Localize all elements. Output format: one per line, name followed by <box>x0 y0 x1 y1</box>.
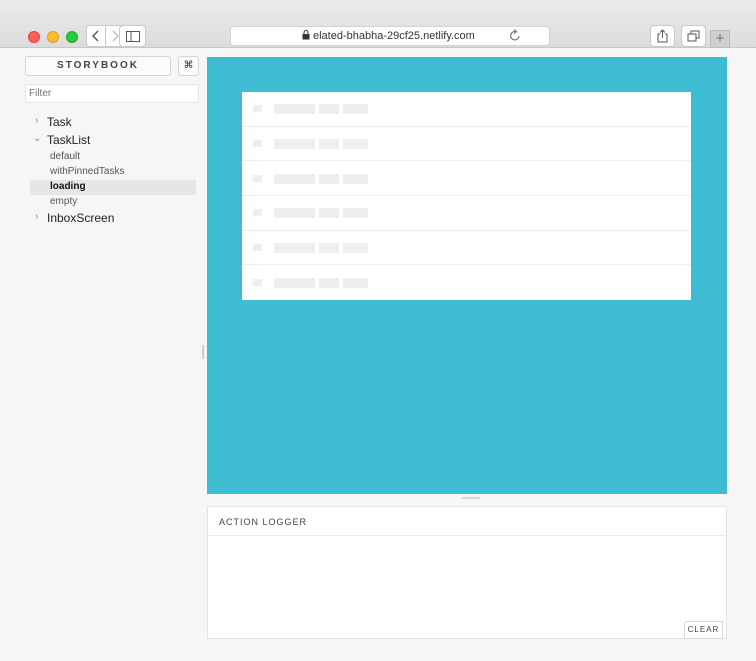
title-placeholder <box>343 277 368 288</box>
checkbox-placeholder <box>253 174 262 182</box>
chevron-right-icon <box>112 30 119 42</box>
addons-panel: ACTION LOGGER <box>207 506 727 639</box>
shortcuts-button[interactable]: ⌘ <box>178 56 199 76</box>
title-placeholder <box>274 104 315 115</box>
loading-task-row <box>242 265 691 300</box>
storybook-brand-link[interactable]: STORYBOOK <box>25 56 171 76</box>
close-window-button[interactable] <box>28 31 40 43</box>
reload-icon[interactable] <box>509 29 521 45</box>
filter-input[interactable] <box>25 84 199 103</box>
panel-title: ACTION LOGGER <box>219 517 308 527</box>
title-placeholder <box>319 173 339 184</box>
story-with-pinned-tasks[interactable]: withPinnedTasks <box>50 166 124 177</box>
title-placeholder <box>274 138 315 149</box>
loading-task-row <box>242 161 691 196</box>
sidebar-toggle-button[interactable] <box>119 25 146 47</box>
minimize-window-button[interactable] <box>47 31 59 43</box>
loading-task-row <box>242 92 691 127</box>
title-placeholder <box>343 138 368 149</box>
title-placeholder <box>319 242 339 253</box>
chevron-right-icon: › <box>35 211 39 222</box>
title-placeholder <box>274 242 315 253</box>
title-placeholder <box>343 208 368 219</box>
checkbox-placeholder <box>253 278 262 286</box>
title-placeholder <box>274 208 315 219</box>
tree-item-task[interactable]: Task <box>47 115 72 129</box>
browser-toolbar: elated-bhabha-29cf25.netlify.com + <box>0 0 756 48</box>
title-placeholder <box>274 277 315 288</box>
title-placeholder <box>343 173 368 184</box>
sidebar-icon <box>125 30 140 42</box>
clear-button[interactable]: CLEAR <box>684 621 723 639</box>
loading-task-row <box>242 127 691 162</box>
tasklist-loading <box>242 92 691 300</box>
back-button[interactable] <box>86 25 106 47</box>
tree-item-tasklist[interactable]: TaskList <box>47 133 90 147</box>
checkbox-placeholder <box>253 209 262 217</box>
story-default[interactable]: default <box>50 151 80 162</box>
address-bar[interactable]: elated-bhabha-29cf25.netlify.com <box>230 26 550 46</box>
title-placeholder <box>319 277 339 288</box>
panel-resize-handle[interactable] <box>462 497 480 499</box>
show-tabs-button[interactable] <box>681 25 706 47</box>
new-tab-button[interactable]: + <box>710 30 730 48</box>
title-placeholder <box>319 138 339 149</box>
chevron-left-icon <box>92 30 99 42</box>
preview-canvas <box>207 57 727 494</box>
checkbox-placeholder <box>253 105 262 113</box>
title-placeholder <box>343 242 368 253</box>
url-text: elated-bhabha-29cf25.netlify.com <box>313 30 475 42</box>
share-button[interactable] <box>650 25 675 47</box>
checkbox-placeholder <box>253 139 262 147</box>
tabs-icon <box>687 30 700 42</box>
tree-item-inboxscreen[interactable]: InboxScreen <box>47 211 114 225</box>
sidebar-resize-handle[interactable] <box>202 345 204 359</box>
title-placeholder <box>319 104 339 115</box>
story-loading[interactable]: loading <box>50 181 86 192</box>
lock-icon <box>302 30 310 43</box>
checkbox-placeholder <box>253 243 262 251</box>
action-logger-tab[interactable]: ACTION LOGGER <box>208 507 726 536</box>
loading-task-row <box>242 196 691 231</box>
loading-task-row <box>242 231 691 266</box>
share-icon <box>657 29 668 43</box>
title-placeholder <box>343 104 368 115</box>
story-empty[interactable]: empty <box>50 196 77 207</box>
title-placeholder <box>319 208 339 219</box>
title-placeholder <box>274 173 315 184</box>
zoom-window-button[interactable] <box>66 31 78 43</box>
chevron-right-icon: › <box>35 115 39 126</box>
chevron-down-icon: ⌄ <box>33 133 42 144</box>
